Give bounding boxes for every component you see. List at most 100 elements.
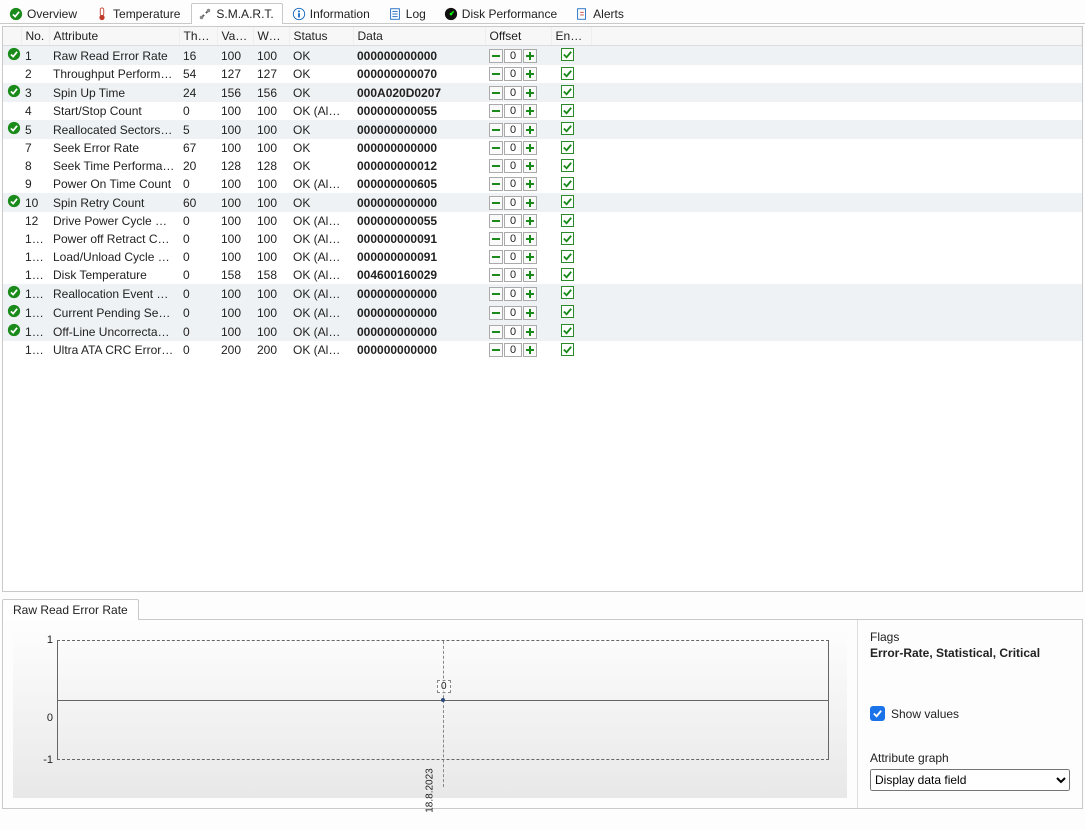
offset-increase-button[interactable] (523, 67, 537, 81)
offset-increase-button[interactable] (523, 250, 537, 264)
offset-decrease-button[interactable] (489, 214, 503, 228)
offset-value[interactable]: 0 (504, 104, 522, 118)
table-row[interactable]: 1Raw Read Error Rate16100100OK0000000000… (3, 46, 1082, 66)
table-row[interactable]: 3Spin Up Time24156156OK000A020D02070 (3, 83, 1082, 102)
enable-checkbox[interactable] (561, 159, 574, 172)
table-row[interactable]: 8Seek Time Performance20128128OK00000000… (3, 157, 1082, 175)
table-row[interactable]: 193Load/Unload Cycle Cou...0100100OK (Al… (3, 248, 1082, 266)
offset-increase-button[interactable] (523, 268, 537, 282)
col-data[interactable]: Data (353, 27, 485, 46)
tab-alerts[interactable]: Alerts (568, 3, 633, 24)
offset-increase-button[interactable] (523, 214, 537, 228)
offset-decrease-button[interactable] (489, 49, 503, 63)
offset-value[interactable]: 0 (504, 177, 522, 191)
offset-decrease-button[interactable] (489, 196, 503, 210)
enable-checkbox[interactable] (561, 268, 574, 281)
offset-value[interactable]: 0 (504, 306, 522, 320)
offset-increase-button[interactable] (523, 104, 537, 118)
enable-checkbox[interactable] (561, 85, 574, 98)
offset-increase-button[interactable] (523, 141, 537, 155)
enable-checkbox[interactable] (561, 324, 574, 337)
offset-decrease-button[interactable] (489, 141, 503, 155)
offset-value[interactable]: 0 (504, 141, 522, 155)
offset-decrease-button[interactable] (489, 250, 503, 264)
col-enable[interactable]: Enable (551, 27, 591, 46)
table-row[interactable]: 4Start/Stop Count0100100OK (Always...000… (3, 102, 1082, 120)
attribute-graph-select[interactable]: Display data field (870, 769, 1070, 791)
offset-decrease-button[interactable] (489, 123, 503, 137)
offset-value[interactable]: 0 (504, 67, 522, 81)
table-row[interactable]: 7Seek Error Rate67100100OK0000000000000 (3, 139, 1082, 157)
enable-checkbox[interactable] (561, 232, 574, 245)
offset-value[interactable]: 0 (504, 123, 522, 137)
table-row[interactable]: 192Power off Retract Cycle ...0100100OK … (3, 230, 1082, 248)
offset-increase-button[interactable] (523, 177, 537, 191)
offset-value[interactable]: 0 (504, 49, 522, 63)
offset-increase-button[interactable] (523, 232, 537, 246)
enable-checkbox[interactable] (561, 177, 574, 190)
offset-value[interactable]: 0 (504, 268, 522, 282)
offset-value[interactable]: 0 (504, 86, 522, 100)
table-row[interactable]: 194Disk Temperature0158158OK (Always...0… (3, 266, 1082, 284)
offset-decrease-button[interactable] (489, 232, 503, 246)
enable-checkbox[interactable] (561, 286, 574, 299)
tab-log[interactable]: Log (381, 3, 435, 24)
table-row[interactable]: 5Reallocated Sectors Co...5100100OK00000… (3, 120, 1082, 139)
offset-increase-button[interactable] (523, 86, 537, 100)
table-row[interactable]: 10Spin Retry Count60100100OK000000000000… (3, 193, 1082, 212)
tab-disk-performance[interactable]: Disk Performance (437, 3, 566, 24)
offset-increase-button[interactable] (523, 49, 537, 63)
offset-value[interactable]: 0 (504, 159, 522, 173)
enable-checkbox[interactable] (561, 104, 574, 117)
offset-decrease-button[interactable] (489, 177, 503, 191)
table-row[interactable]: 12Drive Power Cycle Count0100100OK (Alwa… (3, 212, 1082, 230)
offset-decrease-button[interactable] (489, 104, 503, 118)
tab-temperature[interactable]: Temperature (88, 3, 189, 24)
col-offset[interactable]: Offset (485, 27, 551, 46)
offset-decrease-button[interactable] (489, 268, 503, 282)
col-attribute[interactable]: Attribute (49, 27, 179, 46)
offset-value[interactable]: 0 (504, 232, 522, 246)
enable-checkbox[interactable] (561, 305, 574, 318)
offset-decrease-button[interactable] (489, 325, 503, 339)
offset-increase-button[interactable] (523, 123, 537, 137)
table-row[interactable]: 197Current Pending Sector...0100100OK (A… (3, 303, 1082, 322)
offset-value[interactable]: 0 (504, 287, 522, 301)
enable-checkbox[interactable] (561, 48, 574, 61)
enable-checkbox[interactable] (561, 250, 574, 263)
enable-checkbox[interactable] (561, 214, 574, 227)
table-row[interactable]: 196Reallocation Event Count0100100OK (Al… (3, 284, 1082, 303)
offset-increase-button[interactable] (523, 196, 537, 210)
enable-checkbox[interactable] (561, 195, 574, 208)
show-values-checkbox[interactable]: Show values (870, 706, 1070, 721)
col-worst[interactable]: Worst (253, 27, 289, 46)
col-no[interactable]: No. (21, 27, 49, 46)
offset-value[interactable]: 0 (504, 325, 522, 339)
col-value[interactable]: Value (217, 27, 253, 46)
graph-tab[interactable]: Raw Read Error Rate (2, 599, 139, 620)
offset-value[interactable]: 0 (504, 250, 522, 264)
enable-checkbox[interactable] (561, 122, 574, 135)
table-row[interactable]: 2Throughput Performance54127127OK0000000… (3, 65, 1082, 83)
offset-increase-button[interactable] (523, 306, 537, 320)
tab-information[interactable]: Information (285, 3, 379, 24)
enable-checkbox[interactable] (561, 67, 574, 80)
offset-increase-button[interactable] (523, 287, 537, 301)
table-row[interactable]: 199Ultra ATA CRC Error Co...0200200OK (A… (3, 341, 1082, 359)
offset-decrease-button[interactable] (489, 86, 503, 100)
tab-s-m-a-r-t-[interactable]: S.M.A.R.T. (191, 3, 282, 24)
offset-value[interactable]: 0 (504, 343, 522, 357)
enable-checkbox[interactable] (561, 343, 574, 356)
offset-increase-button[interactable] (523, 325, 537, 339)
offset-decrease-button[interactable] (489, 67, 503, 81)
enable-checkbox[interactable] (561, 141, 574, 154)
offset-increase-button[interactable] (523, 343, 537, 357)
offset-value[interactable]: 0 (504, 214, 522, 228)
tab-overview[interactable]: Overview (2, 3, 86, 24)
offset-decrease-button[interactable] (489, 159, 503, 173)
offset-decrease-button[interactable] (489, 287, 503, 301)
offset-decrease-button[interactable] (489, 306, 503, 320)
col-threshold[interactable]: Thre... (179, 27, 217, 46)
table-row[interactable]: 9Power On Time Count0100100OK (Always...… (3, 175, 1082, 193)
table-row[interactable]: 198Off-Line Uncorrectable ...0100100OK (… (3, 322, 1082, 341)
